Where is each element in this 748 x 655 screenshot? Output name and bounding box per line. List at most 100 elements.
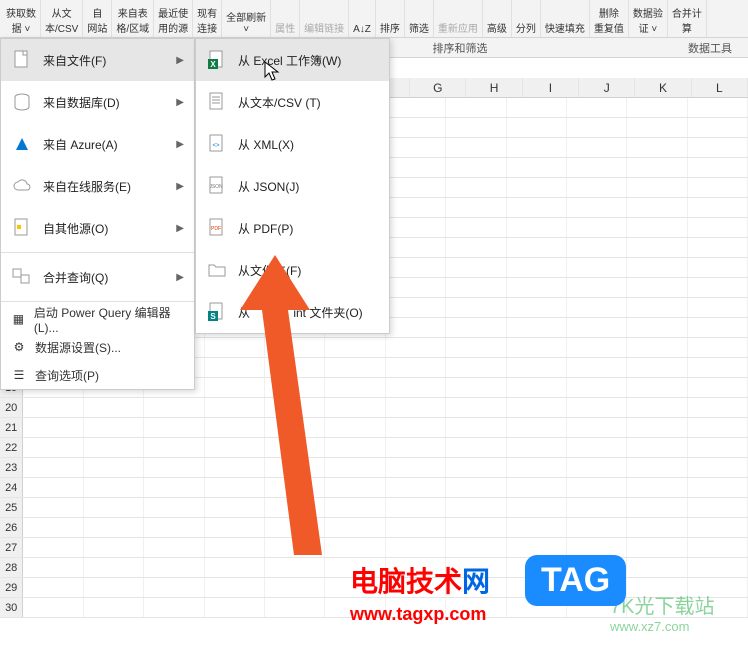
cell[interactable] (567, 218, 627, 237)
cell[interactable] (627, 238, 687, 257)
menu-from-online[interactable]: 来自在线服务(E) ▶ (1, 165, 194, 207)
ribbon-btn-from-table[interactable]: 来自表 格/区域 (112, 0, 154, 37)
row-header[interactable]: 27 (0, 538, 23, 557)
cell[interactable] (446, 358, 506, 377)
menu-combine-query[interactable]: 合并查询(Q) ▶ (1, 256, 194, 298)
cell[interactable] (567, 298, 627, 317)
cell[interactable] (627, 338, 687, 357)
cell[interactable] (386, 158, 446, 177)
cell[interactable] (627, 438, 687, 457)
cell[interactable] (386, 278, 446, 297)
cell[interactable] (507, 378, 567, 397)
cell[interactable] (627, 178, 687, 197)
cell[interactable] (386, 118, 446, 137)
cell[interactable] (688, 358, 748, 377)
submenu-from-json[interactable]: JSON 从 JSON(J) (196, 165, 389, 207)
ribbon-btn-reapply[interactable]: 重新应用 (434, 0, 483, 37)
cell[interactable] (205, 398, 265, 417)
cell[interactable] (688, 298, 748, 317)
menu-from-db[interactable]: 来自数据库(D) ▶ (1, 81, 194, 123)
row-header[interactable]: 23 (0, 458, 23, 477)
cell[interactable] (507, 298, 567, 317)
cell[interactable] (325, 478, 385, 497)
cell[interactable] (205, 458, 265, 477)
cell[interactable] (84, 418, 144, 437)
cell[interactable] (567, 98, 627, 117)
ribbon-btn-data-val[interactable]: 数据验 证 ˅ (629, 0, 668, 37)
cell[interactable] (23, 558, 83, 577)
cell[interactable] (265, 458, 325, 477)
cell[interactable] (265, 338, 325, 357)
cell[interactable] (688, 458, 748, 477)
ribbon-btn-flash-fill[interactable]: 快速填充 (541, 0, 590, 37)
cell[interactable] (688, 158, 748, 177)
ribbon-btn-existing-conn[interactable]: 现有 连接 (193, 0, 222, 37)
cell[interactable] (205, 558, 265, 577)
cell[interactable] (386, 358, 446, 377)
cell[interactable] (386, 298, 446, 317)
cell[interactable] (265, 498, 325, 517)
ribbon-btn-filter[interactable]: 筛选 (405, 0, 434, 37)
ribbon-btn-properties[interactable]: 属性 (271, 0, 300, 37)
cell[interactable] (386, 218, 446, 237)
cell[interactable] (567, 378, 627, 397)
cell[interactable] (627, 218, 687, 237)
cell[interactable] (265, 438, 325, 457)
cell[interactable] (627, 378, 687, 397)
cell[interactable] (446, 398, 506, 417)
cell[interactable] (446, 518, 506, 537)
cell[interactable] (446, 158, 506, 177)
cell[interactable] (386, 478, 446, 497)
cell[interactable] (507, 258, 567, 277)
cell[interactable] (688, 398, 748, 417)
cell[interactable] (265, 398, 325, 417)
cell[interactable] (688, 98, 748, 117)
cell[interactable] (205, 418, 265, 437)
cell[interactable] (507, 498, 567, 517)
cell[interactable] (446, 258, 506, 277)
cell[interactable] (84, 558, 144, 577)
cell[interactable] (205, 578, 265, 597)
menu-from-file[interactable]: 来自文件(F) ▶ (1, 39, 194, 81)
cell[interactable] (205, 378, 265, 397)
cell[interactable] (688, 278, 748, 297)
cell[interactable] (84, 578, 144, 597)
cell[interactable] (23, 478, 83, 497)
cell[interactable] (688, 338, 748, 357)
row-header[interactable]: 30 (0, 598, 23, 617)
cell[interactable] (265, 478, 325, 497)
cell[interactable] (446, 338, 506, 357)
cell[interactable] (688, 218, 748, 237)
cell[interactable] (386, 498, 446, 517)
col-header-i[interactable]: I (523, 78, 579, 97)
cell[interactable] (386, 238, 446, 257)
cell[interactable] (688, 318, 748, 337)
ribbon-btn-advanced[interactable]: 高级 (483, 0, 512, 37)
ribbon-btn-sort-az[interactable]: A↓Z (349, 0, 376, 37)
cell[interactable] (205, 478, 265, 497)
cell[interactable] (627, 558, 687, 577)
cell[interactable] (325, 398, 385, 417)
ribbon-btn-refresh-all[interactable]: 全部刷新 ˅ (222, 0, 271, 37)
ribbon-btn-get-data[interactable]: 获取数 据 ˅ (2, 0, 41, 37)
cell[interactable] (84, 598, 144, 617)
cell[interactable] (265, 378, 325, 397)
cell[interactable] (205, 358, 265, 377)
cell[interactable] (627, 278, 687, 297)
cell[interactable] (144, 518, 204, 537)
cell[interactable] (265, 558, 325, 577)
row-header[interactable]: 20 (0, 398, 23, 417)
cell[interactable] (325, 518, 385, 537)
cell[interactable] (23, 398, 83, 417)
cell[interactable] (325, 458, 385, 477)
row-header[interactable]: 28 (0, 558, 23, 577)
cell[interactable] (386, 398, 446, 417)
cell[interactable] (205, 598, 265, 617)
cell[interactable] (507, 418, 567, 437)
cell[interactable] (386, 458, 446, 477)
cell[interactable] (84, 458, 144, 477)
cell[interactable] (567, 498, 627, 517)
row-header[interactable]: 24 (0, 478, 23, 497)
cell[interactable] (386, 338, 446, 357)
ribbon-btn-consolidate[interactable]: 合并计 算 (668, 0, 707, 37)
